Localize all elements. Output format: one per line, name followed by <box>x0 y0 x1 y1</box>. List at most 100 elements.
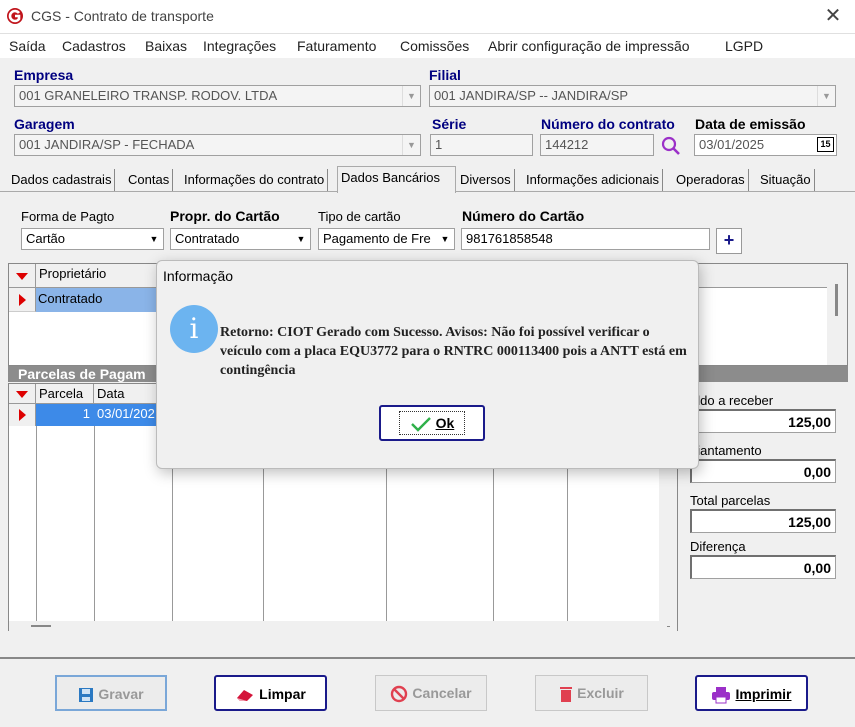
serie-label: Série <box>432 116 467 132</box>
tab-contas[interactable]: Contas <box>125 169 174 192</box>
dialog-title: Informação <box>163 268 234 284</box>
filial-label: Filial <box>429 67 461 83</box>
check-icon <box>410 417 431 432</box>
garagem-select[interactable]: 001 JANDIRA/SP - FECHADA ▼ <box>14 134 421 156</box>
calendar-icon[interactable]: 15 <box>817 137 834 152</box>
parcelas-title: Parcelas de Pagam <box>18 366 146 382</box>
app-logo-icon <box>7 8 23 24</box>
menu-baixas[interactable]: Baixas <box>145 38 187 54</box>
menu-saida[interactable]: Saída <box>9 38 46 54</box>
menu-integracoes[interactable]: Integrações <box>203 38 276 54</box>
add-card-button[interactable]: + <box>716 228 742 254</box>
tab-dados-bancarios[interactable]: Dados Bancários <box>337 166 456 193</box>
data-emissao-field[interactable]: 03/01/2025 15 <box>694 134 837 156</box>
tab-dados-cadastrais[interactable]: Dados cadastrais <box>8 169 116 192</box>
numero-contrato-label: Número do contrato <box>541 116 675 132</box>
menu-cadastros[interactable]: Cadastros <box>62 38 126 54</box>
garagem-label: Garagem <box>14 116 75 132</box>
menu-lgpd[interactable]: LGPD <box>725 38 763 54</box>
imprimir-button[interactable]: Imprimir <box>695 675 808 711</box>
empresa-value: 001 GRANELEIRO TRANSP. RODOV. LTDA <box>19 88 278 103</box>
propr-cartao-label: Propr. do Cartão <box>170 208 280 224</box>
total-parcelas-label: Total parcelas <box>690 493 771 508</box>
tab-bar: Dados cadastrais Contas Informações do c… <box>0 166 855 193</box>
chevron-down-icon[interactable]: ▼ <box>145 229 163 249</box>
gravar-button[interactable]: Gravar <box>55 675 167 711</box>
ok-button[interactable]: Ok <box>379 405 485 441</box>
parcelas-hscrollbar[interactable] <box>9 621 659 631</box>
chevron-down-icon[interactable]: ▼ <box>292 229 310 249</box>
tab-diversos[interactable]: Diversos <box>457 169 515 192</box>
excluir-button[interactable]: Excluir <box>535 675 648 711</box>
tab-operadoras[interactable]: Operadoras <box>673 169 749 192</box>
parcela-header[interactable]: Parcela <box>36 384 94 403</box>
save-icon <box>79 688 94 703</box>
chevron-down-icon[interactable]: ▼ <box>402 135 420 155</box>
sort-indicator-icon <box>16 391 28 398</box>
serie-field[interactable]: 1 <box>430 134 533 156</box>
garagem-value: 001 JANDIRA/SP - FECHADA <box>19 137 195 152</box>
menu-comissoes[interactable]: Comissões <box>400 38 469 54</box>
menu-faturamento[interactable]: Faturamento <box>297 38 376 54</box>
dialog-message: Retorno: CIOT Gerado com Sucesso. Avisos… <box>220 325 687 378</box>
parcela-cell[interactable]: 1 <box>36 404 94 426</box>
diferenca-label: Diferença <box>690 539 746 554</box>
indicator-column <box>9 264 36 287</box>
propr-cartao-select[interactable]: Contratado ▼ <box>170 228 311 250</box>
chevron-down-icon[interactable]: ▼ <box>436 229 454 249</box>
diferenca-field: 0,00 <box>690 555 836 579</box>
gravar-label: Gravar <box>98 686 144 702</box>
scrollbar-thumb[interactable] <box>835 284 838 316</box>
eraser-icon <box>237 690 254 702</box>
search-icon[interactable] <box>660 135 682 157</box>
chevron-down-icon[interactable]: ▼ <box>402 86 420 106</box>
contract-header: Empresa 001 GRANELEIRO TRANSP. RODOV. LT… <box>0 58 855 166</box>
cancelar-label: Cancelar <box>412 685 472 701</box>
tab-situacao[interactable]: Situação <box>757 169 815 192</box>
limpar-button[interactable]: Limpar <box>214 675 327 711</box>
scrollbar-thumb[interactable] <box>31 625 51 627</box>
column-line <box>36 426 37 631</box>
menu-config-impressao[interactable]: Abrir configuração de impressão <box>488 38 690 54</box>
numero-contrato-field[interactable]: 144212 <box>540 134 654 156</box>
current-row-icon <box>19 294 26 306</box>
adiantamento-label: diantamento <box>690 443 762 458</box>
empresa-select[interactable]: 001 GRANELEIRO TRANSP. RODOV. LTDA ▼ <box>14 85 421 107</box>
forma-pagto-value: Cartão <box>26 231 66 246</box>
ok-label: Ok <box>435 415 455 431</box>
close-window-button[interactable]: ✕ <box>818 4 848 30</box>
scrollbar-thumb[interactable] <box>667 626 670 627</box>
numero-cartao-field[interactable]: 981761858548 <box>461 228 710 250</box>
empresa-label: Empresa <box>14 67 74 83</box>
printer-icon <box>712 687 731 704</box>
total-parcelas-field: 125,00 <box>690 509 836 533</box>
cancel-icon <box>391 686 408 703</box>
numero-cartao-label: Número do Cartão <box>462 208 585 224</box>
current-row-icon <box>19 409 26 421</box>
data-emissao-value: 03/01/2025 <box>699 137 765 152</box>
data-emissao-label: Data de emissão <box>695 116 806 132</box>
tipo-cartao-label: Tipo de cartão <box>318 209 401 224</box>
action-bar: Gravar Limpar Cancelar Excluir Imprimir <box>0 657 855 727</box>
filial-select[interactable]: 001 JANDIRA/SP -- JANDIRA/SP ▼ <box>429 85 836 107</box>
info-icon: i <box>170 305 218 353</box>
cancelar-button[interactable]: Cancelar <box>375 675 487 711</box>
row-indicator <box>9 404 36 426</box>
trash-icon <box>560 687 573 703</box>
column-line <box>94 426 95 631</box>
limpar-label: Limpar <box>259 686 306 702</box>
filial-value: 001 JANDIRA/SP -- JANDIRA/SP <box>434 88 629 103</box>
tab-informacoes-contrato[interactable]: Informações do contrato <box>181 169 329 192</box>
imprimir-label: Imprimir <box>735 686 792 702</box>
owner-grid-scrollbar[interactable] <box>827 264 847 365</box>
forma-pagto-select[interactable]: Cartão ▼ <box>21 228 164 250</box>
adiantamento-field: 0,00 <box>690 459 836 483</box>
tipo-cartao-value: Pagamento de Fre <box>323 231 431 246</box>
propr-cartao-value: Contratado <box>175 231 240 246</box>
window-title: CGS - Contrato de transporte <box>31 8 214 24</box>
info-dialog: Informação i Retorno: CIOT Gerado com Su… <box>156 260 699 469</box>
tab-informacoes-adicionais[interactable]: Informações adicionais <box>523 169 663 192</box>
chevron-down-icon[interactable]: ▼ <box>817 86 835 106</box>
tipo-cartao-select[interactable]: Pagamento de Fre ▼ <box>318 228 455 250</box>
saldo-label: aldo a receber <box>690 393 774 408</box>
